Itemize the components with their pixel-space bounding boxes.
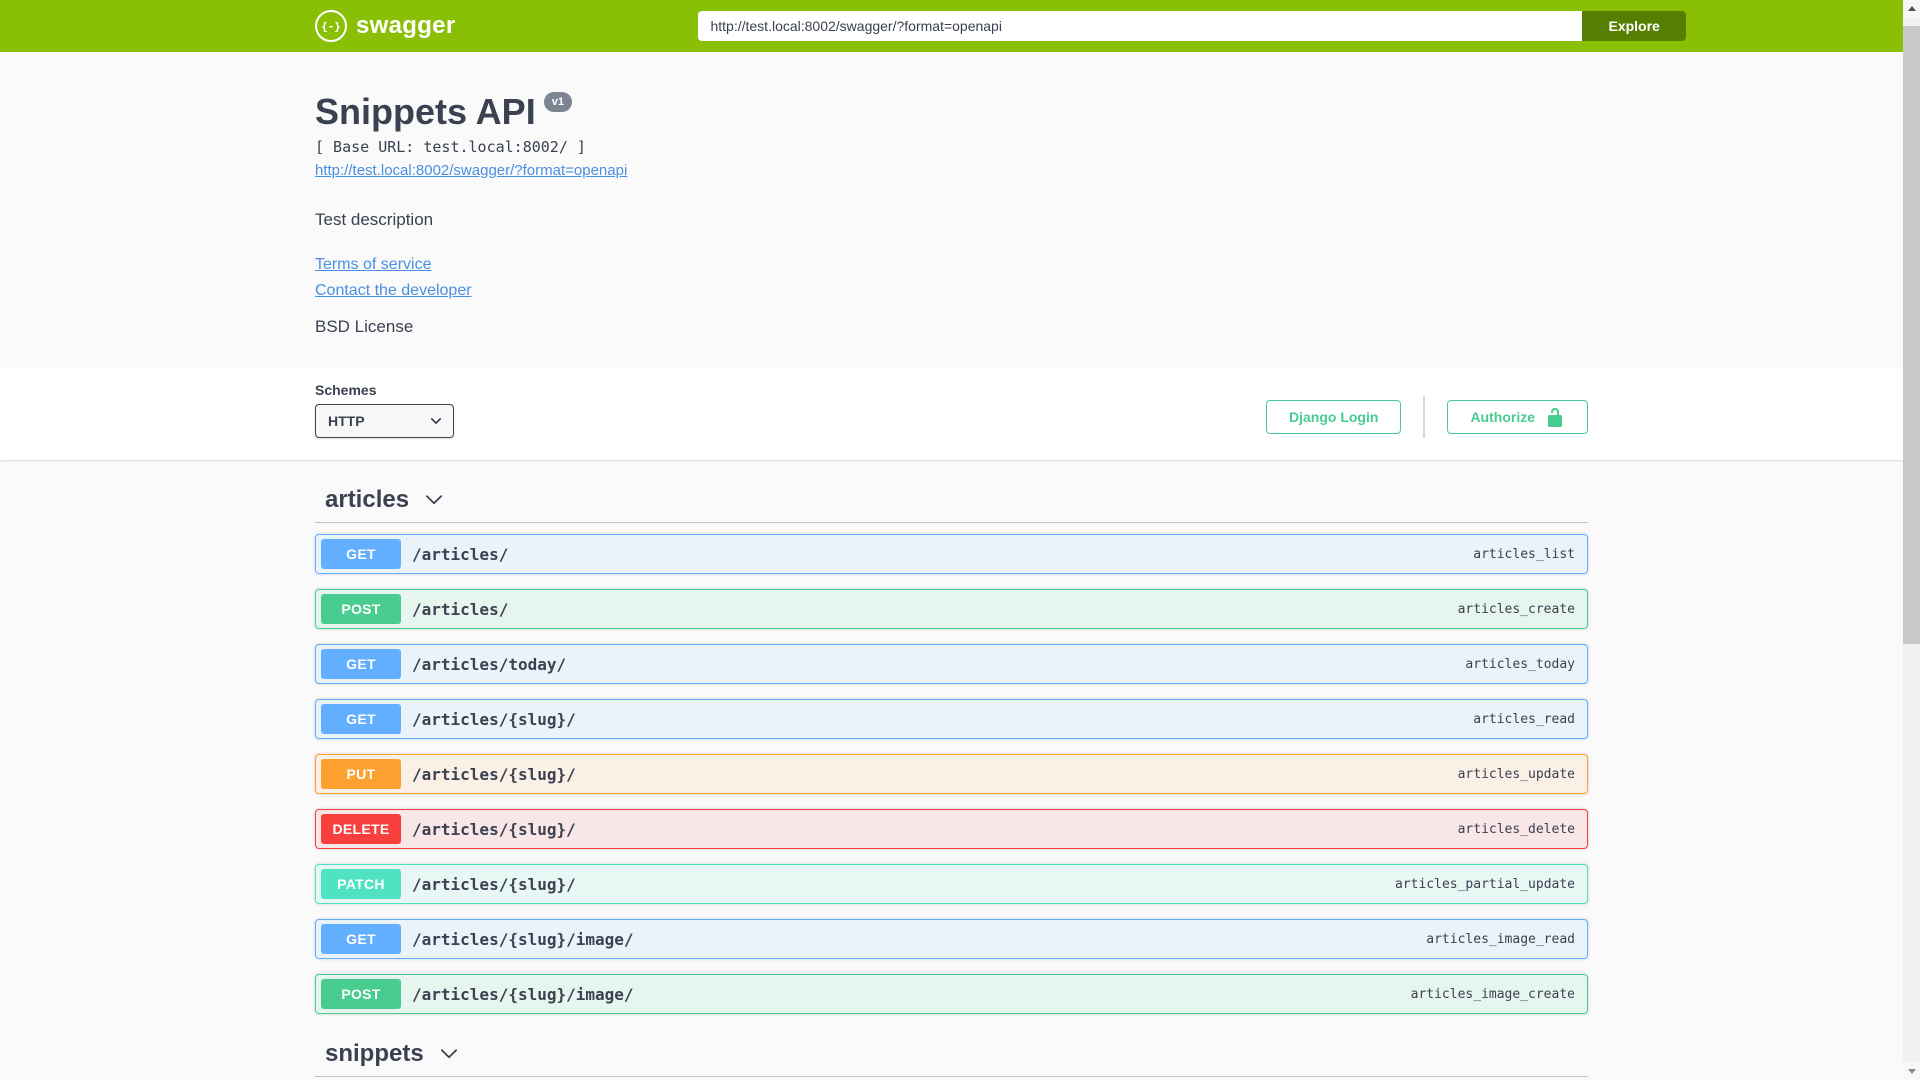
endpoint-path: /articles/{slug}/ bbox=[412, 819, 576, 839]
endpoint-row[interactable]: PATCH /articles/{slug}/ articles_partial… bbox=[315, 864, 1588, 904]
django-login-label: Django Login bbox=[1289, 409, 1379, 425]
section-header[interactable]: snippets bbox=[315, 1040, 1588, 1077]
section-header[interactable]: articles bbox=[315, 486, 1588, 523]
operation-id: articles_image_create bbox=[1410, 986, 1575, 1002]
endpoint-path: /articles/{slug}/ bbox=[412, 874, 576, 894]
method-badge: GET bbox=[321, 924, 401, 954]
api-description: Test description bbox=[315, 210, 434, 229]
spec-link[interactable]: http://test.local:8002/swagger/?format=o… bbox=[315, 162, 627, 179]
method-badge: GET bbox=[321, 539, 401, 569]
endpoint-row[interactable]: POST /articles/{slug}/image/ articles_im… bbox=[315, 974, 1588, 1014]
scroll-up-arrow[interactable] bbox=[1903, 0, 1920, 17]
endpoint-path: /articles/today/ bbox=[412, 654, 567, 674]
endpoint-path: /articles/{slug}/image/ bbox=[412, 929, 634, 949]
auth-wrapper: Django Login Authorize bbox=[1266, 396, 1588, 438]
schemes-block: Schemes HTTP bbox=[315, 382, 454, 438]
operation-id: articles_update bbox=[1457, 766, 1575, 782]
endpoint-path: /articles/ bbox=[412, 544, 509, 564]
method-badge: DELETE bbox=[321, 814, 401, 844]
method-badge: POST bbox=[321, 594, 401, 624]
endpoint-row[interactable]: PUT /articles/{slug}/ articles_update bbox=[315, 754, 1588, 794]
operation-id: articles_image_read bbox=[1426, 931, 1575, 947]
schemes-select[interactable]: HTTP bbox=[315, 404, 454, 438]
section-title: snippets bbox=[325, 1040, 424, 1067]
schemes-selected-value: HTTP bbox=[328, 413, 365, 429]
info-section: Snippets API v1 [ Base URL: test.local:8… bbox=[315, 52, 1588, 337]
method-badge: GET bbox=[321, 704, 401, 734]
operation-id: articles_create bbox=[1457, 601, 1575, 617]
swagger-page: {-} swagger Explore Snippets API v1 [ Ba… bbox=[0, 0, 1903, 1080]
unlocked-padlock-icon bbox=[1548, 408, 1562, 427]
endpoint-row[interactable]: DELETE /articles/{slug}/ articles_delete bbox=[315, 809, 1588, 849]
method-badge: GET bbox=[321, 649, 401, 679]
topbar: {-} swagger Explore bbox=[0, 0, 1903, 52]
endpoint-path: /articles/{slug}/ bbox=[412, 764, 576, 784]
endpoint-path: /articles/{slug}/image/ bbox=[412, 984, 634, 1004]
django-login-button[interactable]: Django Login bbox=[1266, 400, 1402, 434]
auth-separator bbox=[1423, 396, 1426, 438]
endpoint-path: /articles/ bbox=[412, 599, 509, 619]
swagger-logo-icon: {-} bbox=[315, 10, 347, 42]
swagger-logo-text: swagger bbox=[356, 12, 456, 39]
scroll-down-arrow[interactable] bbox=[1903, 1063, 1920, 1080]
endpoint-row[interactable]: GET /articles/ articles_list bbox=[315, 534, 1588, 574]
section-title: articles bbox=[325, 486, 410, 513]
scrollbar[interactable] bbox=[1903, 0, 1920, 1080]
operation-id: articles_read bbox=[1473, 711, 1575, 727]
schemes-label: Schemes bbox=[315, 382, 377, 398]
operation-id: articles_today bbox=[1465, 656, 1575, 672]
authorize-label: Authorize bbox=[1470, 409, 1535, 425]
operation-id: articles_delete bbox=[1457, 821, 1575, 837]
operation-id: articles_list bbox=[1473, 546, 1575, 562]
base-url: [ Base URL: test.local:8002/ ] bbox=[315, 138, 586, 156]
endpoint-row[interactable]: GET /articles/{slug}/image/ articles_ima… bbox=[315, 919, 1588, 959]
api-section: snippets GET /snippets/ snippets_list bbox=[315, 1040, 1588, 1080]
method-badge: PUT bbox=[321, 759, 401, 789]
spec-url-input[interactable] bbox=[698, 11, 1583, 41]
swagger-logo: {-} swagger bbox=[315, 10, 455, 42]
chevron-down-icon[interactable] bbox=[423, 489, 445, 511]
method-badge: POST bbox=[321, 979, 401, 1009]
download-url-wrapper: Explore bbox=[698, 11, 1686, 41]
operations-list: GET /articles/ articles_list POST /artic… bbox=[315, 534, 1588, 1014]
license-text: BSD License bbox=[315, 317, 414, 336]
scheme-container: Schemes HTTP Django Login Authorize bbox=[0, 367, 1903, 460]
operation-id: articles_partial_update bbox=[1394, 876, 1575, 892]
api-section: articles GET /articles/ articles_list PO… bbox=[315, 486, 1588, 1014]
chevron-down-icon bbox=[430, 418, 442, 424]
arrow-down-icon bbox=[1907, 1069, 1916, 1074]
method-badge: PATCH bbox=[321, 869, 401, 899]
endpoint-path: /articles/{slug}/ bbox=[412, 709, 576, 729]
terms-of-service-link[interactable]: Terms of service bbox=[315, 256, 431, 274]
sections: articles GET /articles/ articles_list PO… bbox=[315, 486, 1588, 1080]
endpoint-row[interactable]: GET /articles/today/ articles_today bbox=[315, 644, 1588, 684]
endpoint-row[interactable]: POST /articles/ articles_create bbox=[315, 589, 1588, 629]
arrow-up-icon bbox=[1907, 6, 1916, 11]
scrollbar-thumb[interactable] bbox=[1903, 26, 1920, 644]
api-title: Snippets API bbox=[315, 91, 536, 132]
version-badge: v1 bbox=[543, 92, 572, 112]
endpoint-row[interactable]: GET /articles/{slug}/ articles_read bbox=[315, 699, 1588, 739]
contact-developer-link[interactable]: Contact the developer bbox=[315, 282, 472, 300]
chevron-down-icon[interactable] bbox=[438, 1043, 460, 1065]
authorize-button[interactable]: Authorize bbox=[1447, 400, 1588, 434]
explore-button[interactable]: Explore bbox=[1582, 11, 1686, 41]
